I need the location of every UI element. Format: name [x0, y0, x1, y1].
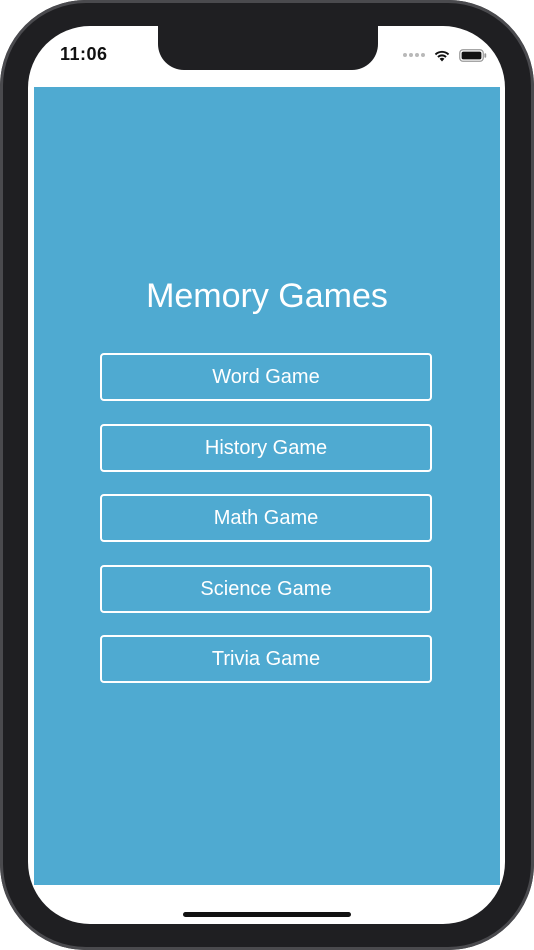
- math-game-button[interactable]: Math Game: [100, 494, 432, 542]
- word-game-button[interactable]: Word Game: [100, 353, 432, 401]
- home-indicator[interactable]: [183, 912, 351, 917]
- wifi-icon: [434, 50, 450, 61]
- status-icons: [403, 48, 487, 62]
- science-game-button[interactable]: Science Game: [100, 564, 432, 613]
- history-game-button[interactable]: History Game: [100, 423, 432, 472]
- game-menu: Word Game History Game Math Game Science…: [100, 353, 432, 706]
- phone-frame: 11:06 Memory Games Word Game History Gam…: [0, 0, 534, 950]
- battery-icon: [459, 48, 487, 62]
- cellular-signal-icon: [403, 53, 425, 57]
- status-time: 11:06: [60, 44, 108, 64]
- page-title: Memory Games: [146, 277, 388, 315]
- phone-screen: 11:06 Memory Games Word Game History Gam…: [28, 26, 505, 924]
- app-content: Memory Games Word Game History Game Math…: [34, 87, 500, 885]
- notch: [158, 26, 378, 70]
- trivia-game-button[interactable]: Trivia Game: [100, 635, 432, 683]
